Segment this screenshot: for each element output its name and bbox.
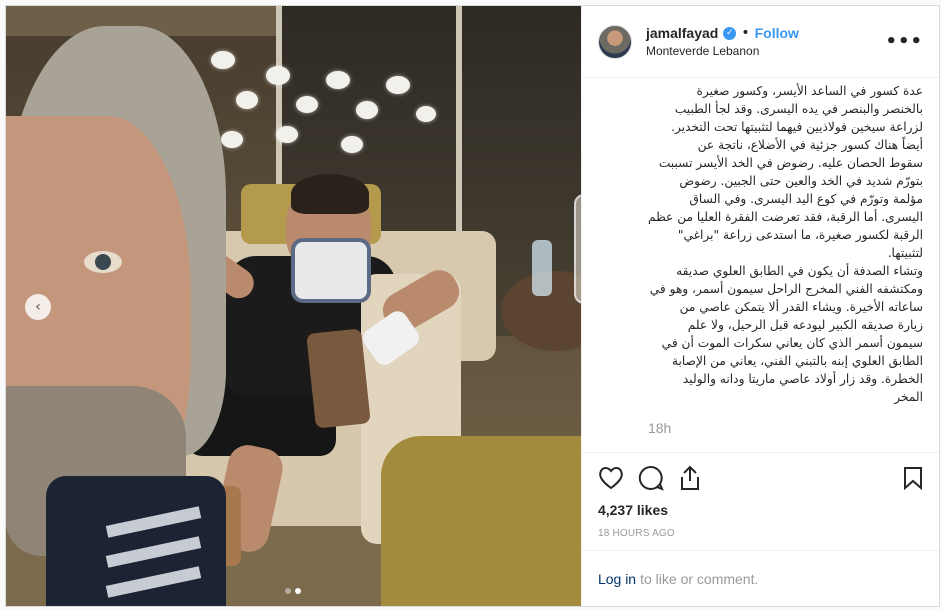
caption-line: لزراعة سيخين فولاذيين فيهما لتثبيتها تحت… [671,120,923,134]
follow-button[interactable]: Follow [755,25,799,41]
comment-bubble-icon [638,465,664,491]
carousel-dot-active [295,588,302,594]
avatar[interactable] [597,24,632,59]
caption-line: بتورّم شديد في الخد والعين حتى الجبين. ر… [679,174,923,188]
orchid-flower [341,136,363,153]
post-photo[interactable]: ‹ [6,6,581,606]
orchid-flower [296,96,318,113]
verified-badge-icon: ✓ [723,26,737,40]
share-button[interactable] [678,458,718,498]
caption-line: بالخنصر والبنصر في يده اليسرى. وقد لجأ ا… [674,102,923,116]
instagram-post: ‹ jamalfayad ✓ • Follow Monteverde Leban… [5,5,940,607]
login-bar: Log in to like or comment. [581,550,939,606]
like-button[interactable] [598,458,638,498]
selfie-iris [95,254,111,270]
likes-count[interactable]: 4,237 likes [582,502,939,522]
share-icon [680,465,699,490]
orchid-flower [236,91,258,109]
caption-time[interactable]: 18h [648,420,923,436]
glass-jar [574,194,581,304]
post-time-ago[interactable]: 18 HOURS AGO [582,522,939,550]
caption-area: عدة كسور في الساعد الأيسر، وكسور صغيرة با… [582,78,939,452]
location-link[interactable]: Monteverde Lebanon [646,44,886,58]
carousel-prev-button[interactable]: ‹ [25,294,51,320]
yellow-chair [381,436,581,606]
comment-button[interactable] [638,458,678,498]
caption-line: زيارة صديقه الكبير ليودعه قبل الرحيل، ول… [687,318,923,332]
separator-dot: • [741,25,750,41]
orchid-flower [386,76,410,94]
caption-line: ساعاته الأخيرة. ويشاء القدر ألا يتمكن عا… [679,300,923,314]
caption-line: ومكتشفه الفني المخرج الراحل سيمون أسمر، … [649,282,923,296]
orchid-flower [416,106,436,122]
heart-icon [599,466,623,489]
caption-line: المخر [894,390,923,404]
orchid-flower [221,131,243,148]
orchid-flower [276,126,298,143]
login-link[interactable]: Log in [598,571,636,587]
caption-line: الطابق العلوي إبنه بالتبني الفني، يعاني … [671,354,923,368]
caption-line: وتشاء الصدفة أن يكون في الطابق العلوي صد… [676,264,923,278]
orchid-flower [326,71,350,89]
caption-line: سقوط الحصان عليه. رضوض في الخد الأيسر تس… [658,156,923,170]
orchid-flower [266,66,290,85]
user-info: jamalfayad ✓ • Follow Monteverde Lebanon [646,25,886,58]
action-bar [581,452,939,502]
carousel-dot [285,588,292,594]
caption-line: اليسرى. أما الرقبة، فقد تعرضت الفقرة الع… [647,210,923,224]
caption-line: عدة كسور في الساعد الأيسر، وكسور صغيرة [696,84,923,98]
caption-line: الخطرة. وقد زار أولاد عاصي ماريتا ودانه … [682,372,923,386]
brown-pillow [306,328,371,429]
post-sidebar: jamalfayad ✓ • Follow Monteverde Lebanon… [580,6,939,606]
neck-brace [291,238,371,303]
bookmark-icon [904,466,922,490]
chevron-left-icon: ‹ [35,299,41,315]
post-header: jamalfayad ✓ • Follow Monteverde Lebanon… [581,6,939,78]
caption-text: عدة كسور في الساعد الأيسر، وكسور صغيرة با… [648,82,923,406]
caption-line: لتثبيتها. [887,246,923,260]
carousel-dots [6,588,581,594]
caption-line: الرقبة لكسور صغيرة، ما استدعى زراعة "برا… [677,228,923,242]
orchid-flower [356,101,378,119]
more-options-icon[interactable]: ••• [885,31,923,52]
caption-line: مؤلمة وتورّم في كوع اليد اليسرى. وفي الس… [689,192,923,206]
username-link[interactable]: jamalfayad [646,25,718,41]
caption-line: أيضاً هناك كسور جزئية في الأضلاع، ناتجة … [697,138,923,152]
caption-line: سيمون أسمر الذي كان يعاني سكرات الموت أن… [661,336,923,350]
login-prompt: to like or comment. [640,570,759,587]
man-hair [291,174,369,214]
save-button[interactable] [883,458,923,498]
orchid-flower [211,51,235,69]
water-bottle [532,240,552,296]
